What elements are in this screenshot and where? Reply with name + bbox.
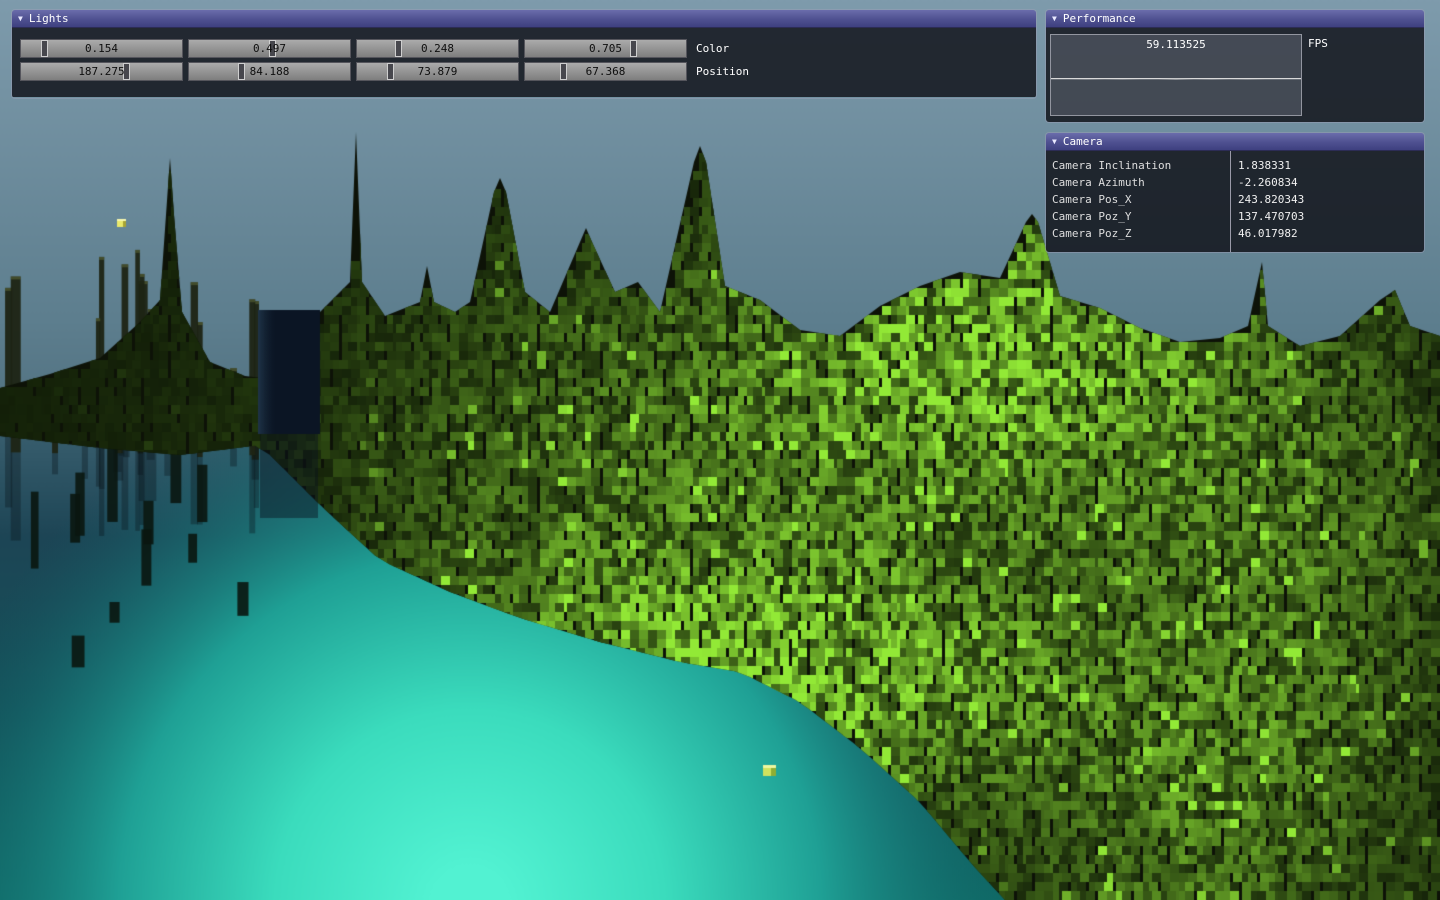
camera-row-value[interactable]: 46.017982 <box>1230 225 1424 242</box>
performance-panel-titlebar[interactable]: ▼ Performance <box>1046 10 1424 28</box>
lights-panel-title: Lights <box>29 10 69 28</box>
slider-value: 0.497 <box>189 40 350 57</box>
performance-panel-title: Performance <box>1063 10 1136 28</box>
camera-row-value[interactable]: 1.838331 <box>1230 157 1424 174</box>
camera-row-pos-z: Camera Poz_Z 46.017982 <box>1046 225 1424 242</box>
camera-panel-titlebar[interactable]: ▼ Camera <box>1046 133 1424 151</box>
lights-position-label: Position <box>692 62 749 81</box>
slider-value: 0.248 <box>357 40 518 57</box>
light-color-slider-3[interactable]: 0.248 <box>356 39 519 58</box>
camera-row-label: Camera Pos_X <box>1046 191 1230 208</box>
light-position-slider-1[interactable]: 187.275 <box>20 62 183 81</box>
slider-value: 84.188 <box>189 63 350 80</box>
collapse-triangle-icon[interactable]: ▼ <box>1052 133 1057 151</box>
slider-value: 0.154 <box>21 40 182 57</box>
camera-row-pos-y: Camera Poz_Y 137.470703 <box>1046 208 1424 225</box>
light-position-slider-3[interactable]: 73.879 <box>356 62 519 81</box>
slider-value: 73.879 <box>357 63 518 80</box>
camera-panel-body: Camera Inclination 1.838331 Camera Azimu… <box>1046 151 1424 252</box>
fps-unit-label: FPS <box>1308 37 1328 50</box>
lights-color-label: Color <box>692 39 729 58</box>
camera-row-label: Camera Inclination <box>1046 157 1230 174</box>
camera-row-label: Camera Poz_Z <box>1046 225 1230 242</box>
light-color-slider-4[interactable]: 0.705 <box>524 39 687 58</box>
slider-value: 67.368 <box>525 63 686 80</box>
lights-row-position: 187.275 84.188 73.879 67.368 Position <box>20 62 1028 81</box>
camera-panel-title: Camera <box>1063 133 1103 151</box>
camera-row-value[interactable]: -2.260834 <box>1230 174 1424 191</box>
light-position-slider-4[interactable]: 67.368 <box>524 62 687 81</box>
performance-panel: ▼ Performance 59.113525 FPS <box>1046 10 1424 122</box>
camera-panel-separator <box>1230 151 1231 252</box>
camera-row-value[interactable]: 137.470703 <box>1230 208 1424 225</box>
fps-graph: 59.113525 <box>1050 34 1302 116</box>
slider-value: 187.275 <box>21 63 182 80</box>
camera-row-label: Camera Poz_Y <box>1046 208 1230 225</box>
performance-panel-body: 59.113525 FPS <box>1046 28 1424 122</box>
light-position-slider-2[interactable]: 84.188 <box>188 62 351 81</box>
lights-row-color: 0.154 0.497 0.248 0.705 Color <box>20 39 1028 58</box>
slider-value: 0.705 <box>525 40 686 57</box>
camera-row-label: Camera Azimuth <box>1046 174 1230 191</box>
light-color-slider-2[interactable]: 0.497 <box>188 39 351 58</box>
light-color-slider-1[interactable]: 0.154 <box>20 39 183 58</box>
collapse-triangle-icon[interactable]: ▼ <box>18 10 23 28</box>
lights-panel-body: 0.154 0.497 0.248 0.705 Color 187.275 <box>12 28 1036 97</box>
lights-panel-titlebar[interactable]: ▼ Lights <box>12 10 1036 28</box>
camera-row-value[interactable]: 243.820343 <box>1230 191 1424 208</box>
camera-row-azimuth: Camera Azimuth -2.260834 <box>1046 174 1424 191</box>
camera-row-pos-x: Camera Pos_X 243.820343 <box>1046 191 1424 208</box>
camera-panel: ▼ Camera Camera Inclination 1.838331 Cam… <box>1046 133 1424 252</box>
fps-value: 59.113525 <box>1051 38 1301 51</box>
camera-row-inclination: Camera Inclination 1.838331 <box>1046 157 1424 174</box>
lights-panel: ▼ Lights 0.154 0.497 0.248 0.705 Color <box>12 10 1036 98</box>
collapse-triangle-icon[interactable]: ▼ <box>1052 10 1057 28</box>
